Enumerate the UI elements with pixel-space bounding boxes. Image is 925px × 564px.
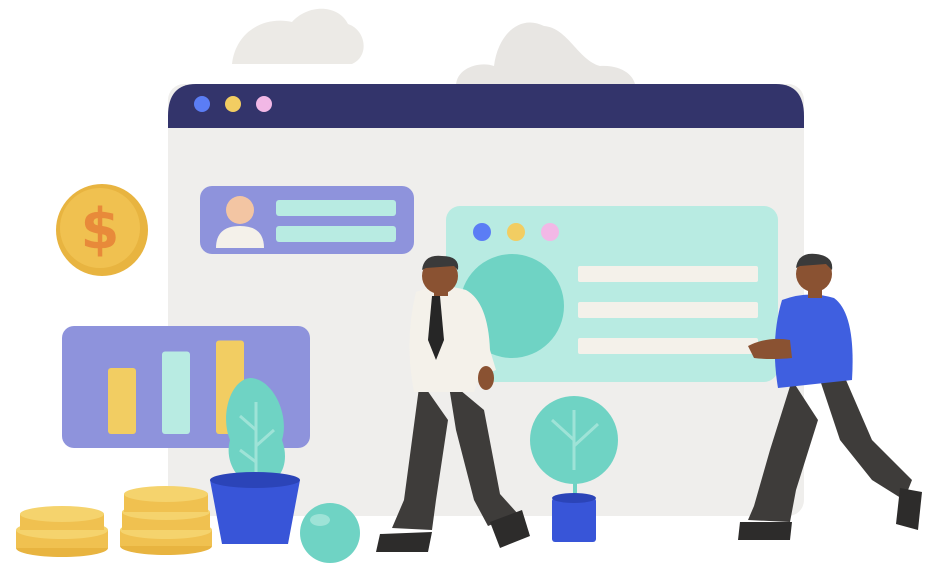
avatar-head bbox=[226, 196, 254, 224]
shoe-blue-right bbox=[896, 488, 922, 530]
window-dot-yellow bbox=[225, 96, 241, 112]
pot-left bbox=[210, 480, 300, 544]
pot-center bbox=[552, 498, 596, 542]
panel-dot-blue bbox=[473, 223, 491, 241]
dollar-coin: $ bbox=[56, 184, 148, 276]
window-dot-blue bbox=[194, 96, 210, 112]
coin-stack-right bbox=[120, 486, 212, 555]
profile-line-1 bbox=[276, 200, 396, 216]
panel-line-1 bbox=[578, 266, 758, 282]
panel-dot-pink bbox=[541, 223, 559, 241]
plant-center bbox=[530, 396, 618, 542]
panel-dot-yellow bbox=[507, 223, 525, 241]
panel-line-3 bbox=[578, 338, 758, 354]
cloud-left bbox=[232, 8, 364, 64]
shoe-blue-left bbox=[738, 522, 792, 540]
teal-ball bbox=[300, 503, 360, 563]
chart-bar-1 bbox=[108, 368, 136, 434]
dollar-sign: $ bbox=[81, 197, 120, 262]
profile-card bbox=[200, 186, 414, 254]
profile-line-2 bbox=[276, 226, 396, 242]
coin-stack-left bbox=[16, 506, 108, 557]
scene: $ bbox=[0, 0, 925, 564]
panel-line-2 bbox=[578, 302, 758, 318]
chart-bar-2 bbox=[162, 351, 190, 434]
illustration-canvas: $ bbox=[16, 8, 922, 563]
content-panel bbox=[446, 206, 778, 382]
window-dot-pink bbox=[256, 96, 272, 112]
shoe-left bbox=[376, 532, 432, 552]
